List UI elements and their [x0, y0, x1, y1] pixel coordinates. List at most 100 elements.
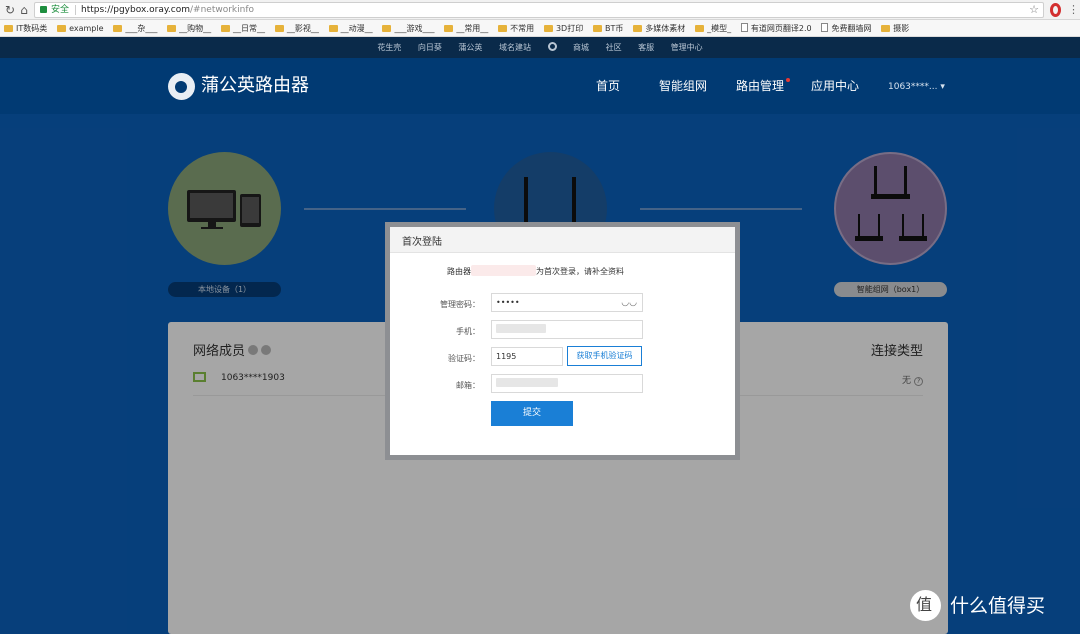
folder-icon [57, 25, 67, 32]
email-field[interactable] [491, 374, 643, 393]
home-icon[interactable]: ⌂ [17, 3, 31, 17]
folder-icon [695, 25, 705, 32]
bookmark-label: IT数码类 [16, 24, 48, 33]
redacted-email [496, 378, 558, 387]
bookmark-folder[interactable]: _模型_ [691, 20, 733, 36]
url-path: /#networkinfo [190, 5, 255, 15]
folder-icon [444, 25, 454, 32]
nav-router-manage-label: 路由管理 [736, 79, 785, 93]
bookmark-label: 多媒体素材 [645, 24, 686, 33]
user-menu[interactable]: 1063****... ▾ [888, 80, 945, 94]
opera-icon[interactable] [1050, 3, 1061, 17]
menu-icon[interactable]: ⋮ [1068, 1, 1079, 19]
bookmark-folder[interactable]: __日常__ [217, 20, 267, 36]
folder-icon [274, 25, 284, 32]
bookmark-label: __动漫__ [340, 24, 373, 33]
bookmark-label: __购物__ [179, 24, 212, 33]
bookmark-folder[interactable]: ___游戏___ [378, 20, 436, 36]
bookmark-page[interactable]: 免费翻墙网 [817, 20, 873, 36]
bookmark-folder[interactable]: 摄影 [877, 20, 911, 36]
site-header: 蒲公英路由器 首页 智能组网 路由管理 应用中心 1063****... ▾ [0, 58, 1080, 114]
topbar-link[interactable]: 蒲公英 [458, 43, 482, 52]
bookmark-label: __日常__ [233, 24, 265, 33]
bookmark-folder[interactable]: __影视__ [271, 20, 321, 36]
password-field[interactable]: ••••• ◡◡ [491, 293, 643, 312]
ring-icon[interactable] [547, 42, 557, 51]
nav-router-manage[interactable]: 路由管理 [736, 78, 791, 94]
url-text: https://pgybox.oray.com/#networkinfo [81, 3, 254, 17]
topbar-link[interactable]: 客服 [638, 43, 654, 52]
topbar-link[interactable]: 花生壳 [377, 43, 401, 52]
nav-smart-network[interactable]: 智能组网 [659, 78, 707, 94]
logo-text[interactable]: 蒲公英路由器 [201, 74, 309, 98]
bookmark-folder[interactable]: __动漫__ [325, 20, 375, 36]
bookmark-folder[interactable]: 3D打印 [540, 20, 585, 36]
folder-icon [382, 25, 392, 32]
url-host: https://pgybox.oray.com [81, 5, 190, 15]
bookmark-label: 免费翻墙网 [831, 24, 872, 33]
bookmark-folder[interactable]: __常用__ [440, 20, 490, 36]
reload-icon[interactable]: ↻ [3, 3, 17, 17]
folder-icon [221, 25, 230, 32]
star-icon[interactable]: ☆ [1029, 3, 1039, 17]
bookmark-label: 3D打印 [555, 24, 584, 33]
bookmark-folder[interactable]: IT数码类 [0, 20, 49, 36]
bookmark-folder[interactable]: ___杂___ [109, 20, 159, 36]
code-field[interactable]: 1195 [491, 347, 563, 366]
dialog-header: 首次登陆 [390, 227, 735, 253]
bookmark-folder[interactable]: 不常用 [494, 20, 536, 36]
page-icon [740, 23, 748, 32]
secure-label: 安全 [51, 5, 70, 15]
bookmark-label: 有道网页翻译2.0 [750, 24, 812, 33]
topbar-link[interactable]: 社区 [606, 43, 622, 52]
bookmarks-bar: IT数码类 example ___杂___ __购物__ __日常__ __影视… [0, 20, 1080, 37]
password-value: ••••• [496, 298, 520, 307]
address-bar[interactable]: 安全 https://pgybox.oray.com/#networkinfo … [34, 2, 1044, 18]
phone-field[interactable] [491, 320, 643, 339]
folder-icon [543, 25, 553, 32]
nav-home[interactable]: 首页 [596, 78, 620, 94]
notice-prefix: 路由器 [447, 267, 471, 276]
topbar-link[interactable]: 域名建站 [499, 43, 531, 52]
redacted-phone [496, 324, 546, 333]
topbar-link[interactable]: 向日葵 [418, 43, 442, 52]
bookmark-label: ___游戏___ [394, 24, 435, 33]
bookmark-folder[interactable]: 多媒体素材 [629, 20, 687, 36]
dialog-notice: 路由器 为首次登录，请补全资料 [447, 265, 624, 277]
bookmark-label: 不常用 [510, 24, 535, 33]
site-topbar: 花生壳 向日葵 蒲公英 域名建站 商城 社区 客服 管理中心 [0, 37, 1080, 58]
folder-icon [593, 25, 603, 32]
notification-dot [786, 78, 791, 82]
bookmark-label: BT币 [605, 24, 624, 33]
page-icon [821, 23, 829, 32]
bookmark-folder[interactable]: __购物__ [163, 20, 213, 36]
nav-app-center[interactable]: 应用中心 [811, 78, 859, 94]
folder-icon [881, 25, 891, 32]
eye-icon[interactable]: ◡◡ [621, 295, 637, 312]
phone-label: 手机： [456, 327, 480, 336]
topbar-link[interactable]: 管理中心 [671, 43, 703, 52]
bookmark-folder[interactable]: BT币 [589, 20, 625, 36]
logo-icon[interactable] [168, 73, 195, 100]
bookmark-label: __常用__ [456, 24, 489, 33]
folder-icon [328, 25, 338, 32]
folder-icon [498, 25, 508, 32]
watermark-text: 什么值得买 [950, 595, 1046, 617]
smzdm-logo-icon [910, 590, 941, 621]
bookmark-label: example [69, 24, 104, 33]
code-label: 验证码： [448, 354, 480, 363]
bookmark-page[interactable]: 有道网页翻译2.0 [737, 20, 814, 36]
bookmark-folder[interactable]: example [53, 20, 105, 36]
chevron-down-icon: ▾ [940, 82, 945, 92]
folder-icon [633, 25, 643, 32]
first-login-dialog: 首次登陆 路由器 为首次登录，请补全资料 管理密码： ••••• ◡◡ 手机： 验证… [390, 227, 735, 455]
bookmark-label: __影视__ [286, 24, 319, 33]
get-code-button[interactable]: 获取手机验证码 [567, 346, 642, 366]
user-name: 1063****... [888, 82, 938, 92]
topbar-link[interactable]: 商城 [573, 43, 589, 52]
dialog-title: 首次登陆 [402, 237, 442, 248]
folder-icon [4, 25, 13, 32]
redacted-router-id [471, 265, 536, 276]
lock-icon [40, 6, 47, 13]
submit-button[interactable]: 提交 [491, 401, 573, 426]
